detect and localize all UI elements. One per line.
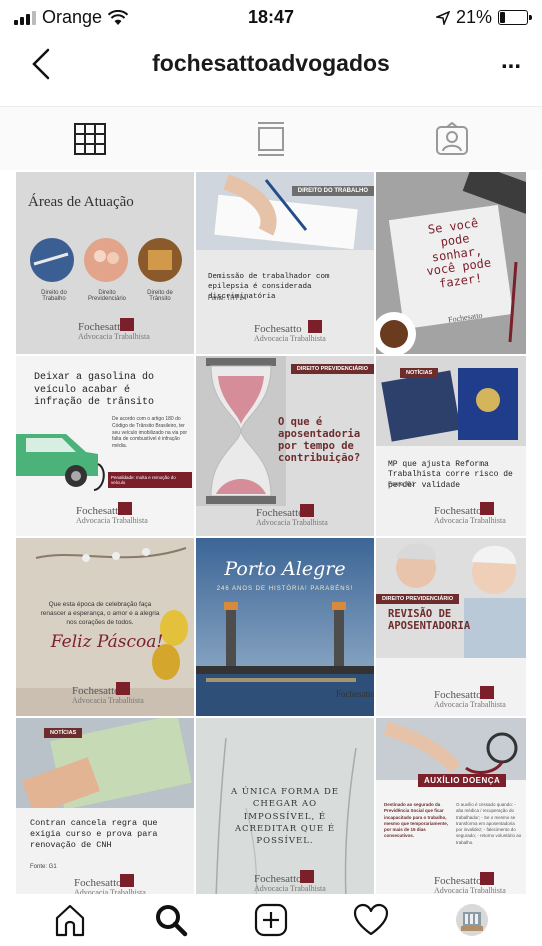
brand-logo: Fochesatto Advocacia Trabalhista [434, 689, 506, 709]
logo-mark [480, 872, 494, 885]
brand-logo: Fochesatto Advocacia Trabalhista [78, 321, 150, 341]
tab-grid[interactable] [0, 107, 181, 170]
post-body-right: O auxílio é cessado quando: - alta médic… [456, 802, 522, 845]
area-label-transito: Direito de Trânsito [147, 290, 173, 302]
post-headline: Contran cancela regra que exigia curso e… [30, 818, 158, 851]
logo-mark [300, 870, 314, 883]
brand-logo: Fochesatto Advocacia Trabalhista [434, 505, 506, 525]
car-illustration [16, 434, 105, 491]
profile-header: fochesattoadvogados ... [0, 34, 542, 96]
battery-percent: 21% [455, 7, 492, 27]
brand-logo: Fochesatto Advocacia Trabalhista [76, 505, 148, 525]
area-label-previdenciario: Direito Previdenciário [87, 290, 127, 302]
profile-username: fochesattoadvogados [152, 50, 390, 76]
license-photo [16, 718, 194, 808]
signing-photo [196, 172, 374, 250]
post-aposentadoria-contribuicao[interactable]: DIREITO PREVIDENCIÁRIO O que é aposentad… [196, 356, 374, 536]
quote-text: A ÚNICA FORMA DE CHEGAR AO IMPOSSÍVEL, É… [231, 787, 339, 847]
quote-text: Se você pode sonhar, você pode fazer! [425, 215, 492, 291]
tab-tagged[interactable] [361, 107, 542, 170]
post-porto-alegre[interactable]: Porto Alegre 246 ANOS DE HISTÓRIA! PARAB… [196, 538, 374, 716]
nav-activity[interactable] [347, 896, 395, 944]
easter-message: Que esta época de celebração faça renasc… [40, 601, 160, 627]
post-areas-atuacao[interactable]: Áreas de Atuação Direito do Trabalho Dir… [16, 172, 194, 354]
post-unica-forma[interactable]: A ÚNICA FORMA DE CHEGAR AO IMPOSSÍVEL, É… [196, 718, 374, 900]
brand-logo: Fochesatto Advocacia Trabalhista [434, 875, 506, 895]
work-card-photo [376, 356, 526, 446]
post-body-left: Destinado ao segurado da Previdência Soc… [384, 802, 449, 839]
post-title: Áreas de Atuação [28, 194, 134, 210]
category-tag: DIREITO PREVIDENCIÁRIO [290, 364, 374, 374]
search-icon [155, 905, 187, 937]
post-contran-cnh[interactable]: NOTÍCIAS Contran cancela regra que exigi… [16, 718, 194, 900]
nav-search[interactable] [147, 896, 195, 944]
medical-photo [376, 718, 526, 780]
city-title: Porto Alegre [224, 558, 346, 580]
status-bar: Orange 18:47 21% [0, 0, 542, 34]
post-mp-reforma[interactable]: NOTÍCIAS MP que ajusta Reforma Trabalhis… [376, 356, 526, 536]
post-source: Fonte: TRT 24 [208, 296, 247, 302]
bottom-nav [0, 894, 542, 946]
category-tag: DIREITO DO TRABALHO [291, 186, 374, 196]
hourglass-photo [196, 356, 286, 506]
logo-mark [120, 874, 134, 887]
category-tag: NOTÍCIAS [44, 728, 83, 738]
category-tag: NOTÍCIAS [400, 368, 439, 378]
nav-new-post[interactable] [247, 896, 295, 944]
logo-mark [308, 320, 322, 333]
post-headline: Deixar a gasolina do veículo acabar é in… [34, 372, 155, 408]
post-sonhar[interactable]: Se você pode sonhar, você pode fazer! Foches… [376, 172, 526, 354]
category-tag: AUXÍLIO DOENÇA [418, 774, 507, 787]
post-revisao-aposentadoria[interactable]: DIREITO PREVIDENCIÁRIO REVISÃO DE APOSEN… [376, 538, 526, 716]
city-subtitle: 246 ANOS DE HISTÓRIA! PARABÉNS! [216, 586, 354, 592]
nav-profile[interactable] [448, 896, 496, 944]
location-arrow-icon [435, 10, 450, 25]
home-icon [56, 904, 85, 937]
logo-mark [480, 502, 494, 515]
category-tag: DIREITO PREVIDENCIÁRIO [376, 594, 460, 604]
tagged-person-icon [435, 121, 468, 155]
feed-icon [258, 121, 284, 156]
post-source: Fonte: G1 [388, 482, 415, 488]
grid-icon [74, 122, 107, 155]
post-gasolina[interactable]: Deixar a gasolina do veículo acabar é in… [16, 356, 194, 536]
logo-mark [120, 318, 134, 331]
logo-mark [118, 502, 132, 515]
brand-logo: Fochesatto Advocacia Trabalhista [72, 685, 144, 705]
logo-mark [116, 682, 130, 695]
post-body: De acordo com o artigo 180 do Código de … [112, 416, 188, 449]
easter-greeting: Feliz Páscoa! [50, 632, 164, 652]
add-post-icon [254, 903, 288, 937]
post-auxilio-doenca[interactable]: AUXÍLIO DOENÇA Destinado ao segurado da … [376, 718, 526, 900]
heart-icon [354, 903, 389, 936]
post-headline: REVISÃO DE APOSENTADORIA [388, 608, 471, 633]
logo-mark [480, 686, 494, 699]
area-label-trabalho: Direito do Trabalho [41, 290, 67, 302]
brand-logo: Fochesatto Advocacia Trabalhista [254, 873, 326, 893]
post-source: Fonte: G1 [30, 864, 57, 870]
brand-logo: Fochesatto [336, 689, 374, 699]
avatar [455, 904, 488, 936]
brand-logo: Fochesatto Advocacia Trabalhista [256, 507, 328, 527]
nav-home[interactable] [46, 896, 94, 944]
profile-tabs [0, 106, 542, 170]
post-grid: Áreas de Atuação Direito do Trabalho Dir… [16, 172, 526, 900]
area-photos [30, 238, 182, 282]
penalty-note: Penalidade: multa e remoção do veículo [108, 472, 192, 488]
logo-mark [300, 504, 314, 517]
post-demissao[interactable]: DIREITO DO TRABALHO Demissão de trabalha… [196, 172, 374, 354]
more-options-button[interactable]: ... [496, 48, 526, 78]
post-pascoa[interactable]: Que esta época de celebração faça renasc… [16, 538, 194, 716]
tab-feed[interactable] [181, 107, 362, 170]
post-headline: O que é aposentadoria por tempo de contr… [278, 416, 361, 465]
battery-icon [498, 10, 532, 25]
